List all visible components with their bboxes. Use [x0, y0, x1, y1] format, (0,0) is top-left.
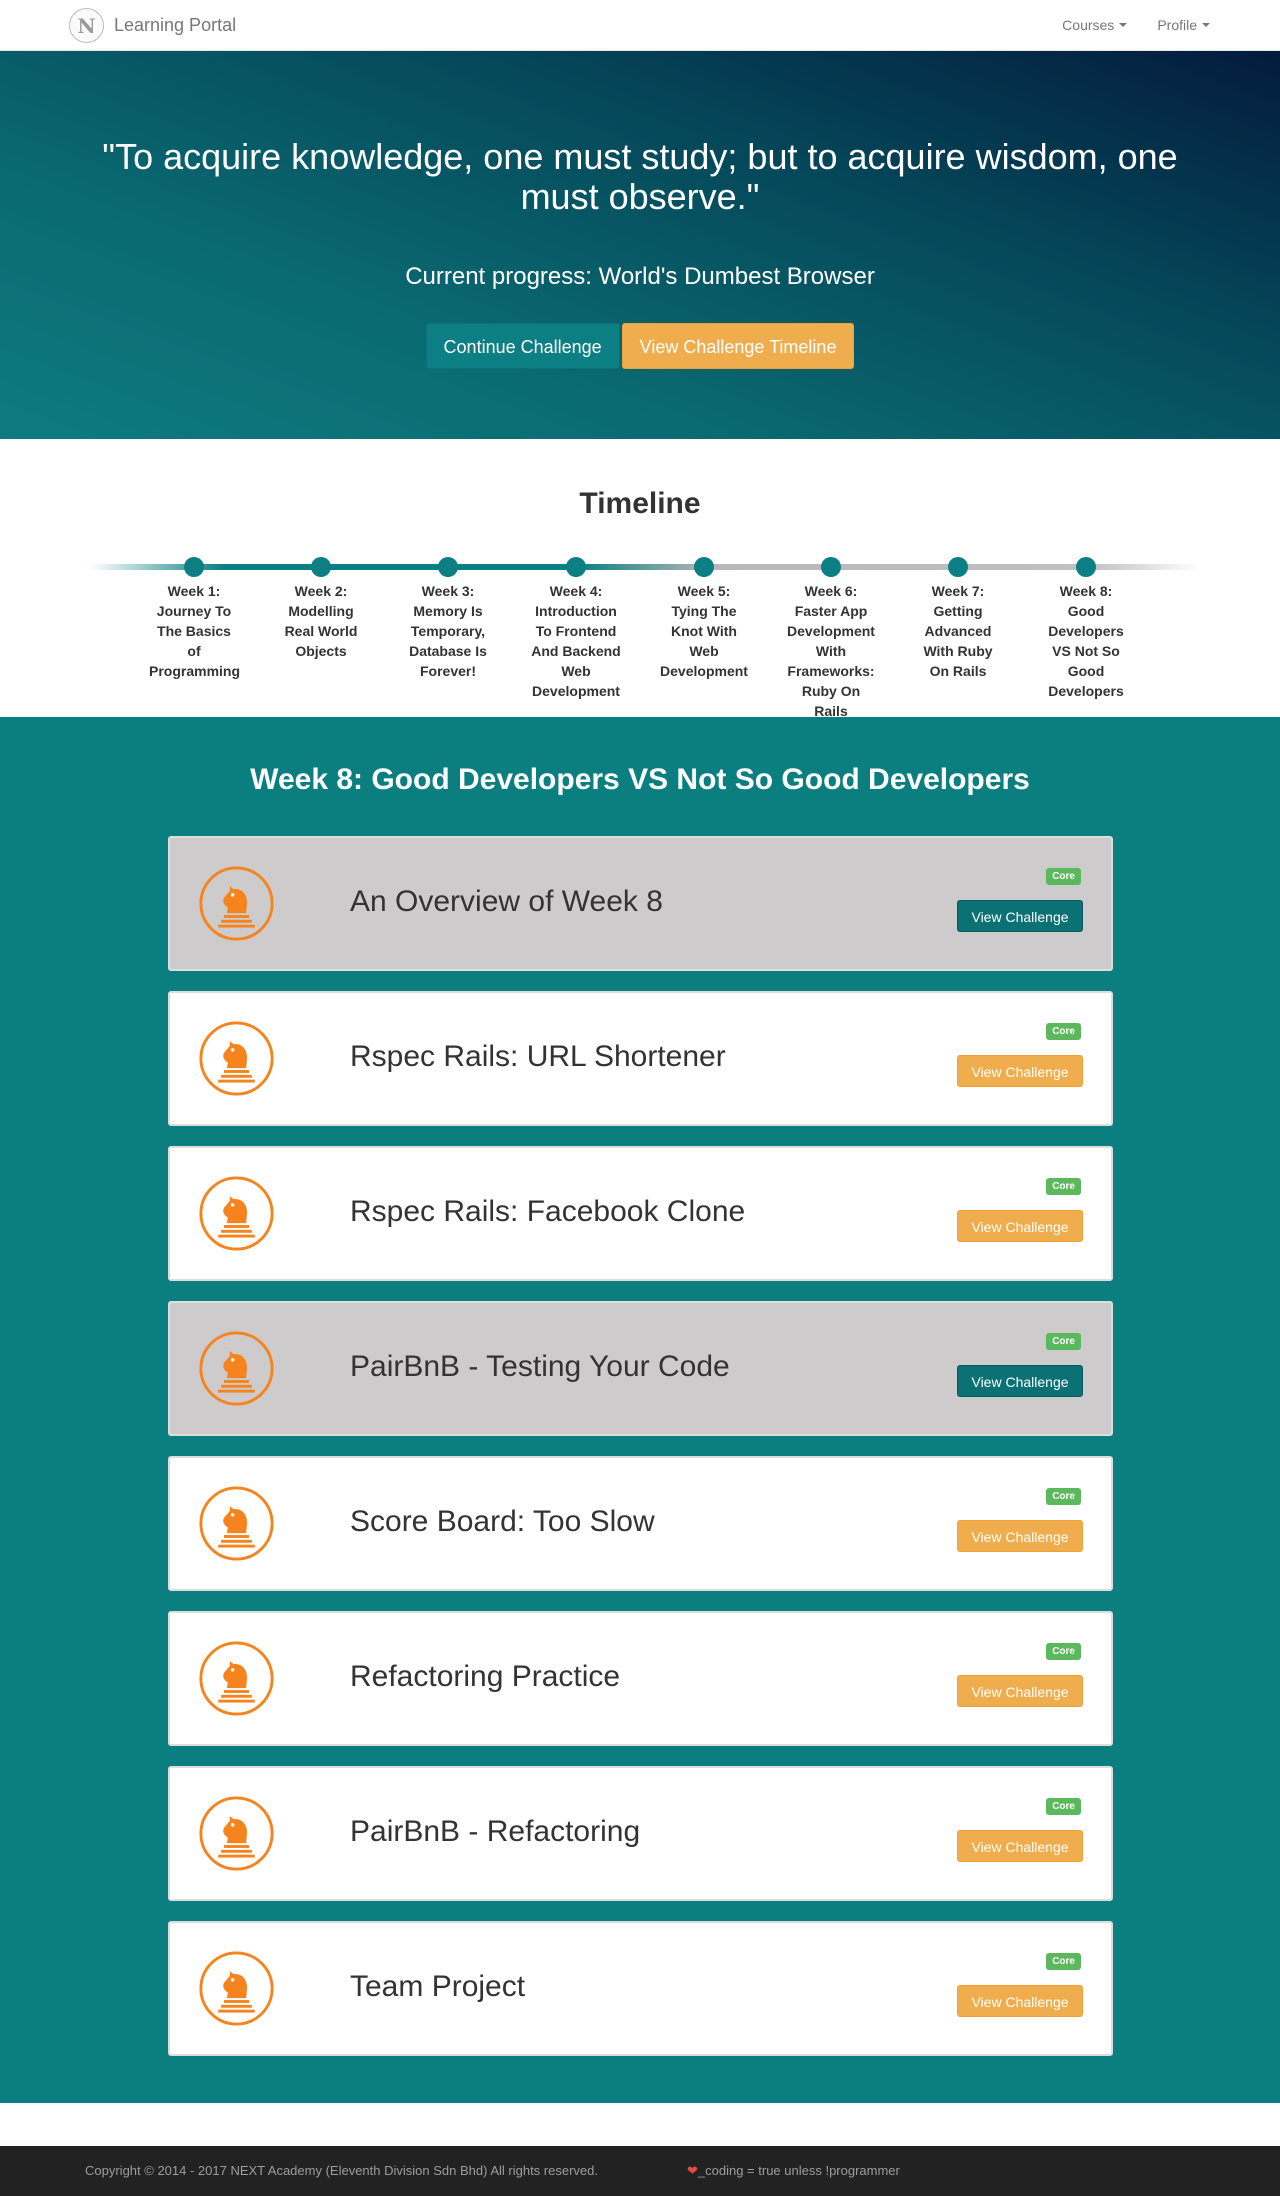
core-badge: Core [1046, 1798, 1081, 1815]
view-challenge-button[interactable]: View Challenge [957, 1985, 1083, 2017]
timeline-dot [1076, 557, 1096, 577]
timeline-step-week-3[interactable]: Week 3: Memory Is Temporary, Database Is… [393, 557, 503, 681]
core-badge: Core [1046, 1643, 1081, 1660]
brand-link[interactable]: N Learning Portal [69, 8, 236, 43]
core-badge: Core [1046, 1333, 1081, 1350]
chess-knight-icon [198, 1640, 275, 1717]
hero-actions: Continue Challenge View Challenge Timeli… [0, 323, 1280, 369]
challenge-title: Rspec Rails: Facebook Clone [350, 1195, 746, 1228]
challenge-card: PairBnB - Refactoring Core View Challenge [168, 1766, 1113, 1901]
heart-icon: ❤ [687, 2163, 698, 2178]
view-challenge-button[interactable]: View Challenge [957, 1055, 1083, 1087]
week-section: Week 8: Good Developers VS Not So Good D… [0, 717, 1280, 2103]
core-badge: Core [1046, 1178, 1081, 1195]
timeline-title: Timeline [579, 487, 701, 520]
timeline-step-label: Week 6: Faster App Development With Fram… [787, 583, 875, 719]
copyright-text: Copyright © 2014 - 2017 NEXT Academy (El… [85, 2163, 598, 2178]
timeline-dot [821, 557, 841, 577]
footer: Copyright © 2014 - 2017 NEXT Academy (El… [0, 2146, 1280, 2196]
challenge-card: Score Board: Too Slow Core View Challenge [168, 1456, 1113, 1591]
chess-knight-icon [198, 1330, 275, 1407]
footer-motto: ❤_coding = true unless !programmer [687, 2163, 900, 2179]
chess-knight-icon [198, 1485, 275, 1562]
challenge-title: PairBnB - Testing Your Code [350, 1350, 730, 1383]
challenge-card: Team Project Core View Challenge [168, 1921, 1113, 2056]
challenge-card: Rspec Rails: Facebook Clone Core View Chal… [168, 1146, 1113, 1281]
timeline-step-week-1[interactable]: Week 1: Journey To The Basics of Program… [139, 557, 249, 681]
week-title: Week 8: Good Developers VS Not So Good D… [250, 763, 1030, 796]
timeline-step-label: Week 2: Modelling Real World Objects [284, 583, 358, 659]
hero-banner: "To acquire knowledge, one must study; b… [0, 51, 1280, 439]
logo-icon: N [69, 8, 104, 43]
timeline-dot [311, 557, 331, 577]
core-badge: Core [1046, 1953, 1081, 1970]
chess-knight-icon [198, 1175, 275, 1252]
courses-label: Courses [1062, 17, 1115, 33]
brand-name: Learning Portal [114, 15, 237, 35]
motto-text: _coding = true unless !programmer [697, 2163, 900, 2178]
challenge-card: Rspec Rails: URL Shortener Core View Chall… [168, 991, 1113, 1126]
current-progress: Current progress: World's Dumbest Browse… [405, 263, 875, 290]
view-timeline-button[interactable]: View Challenge Timeline [621, 323, 855, 369]
chess-knight-icon [198, 1795, 275, 1872]
hero-quote: "To acquire knowledge, one must study; b… [102, 136, 1178, 217]
challenge-title: Team Project [350, 1970, 526, 2003]
profile-label: Profile [1157, 17, 1197, 33]
timeline-dot [948, 557, 968, 577]
core-badge: Core [1046, 1488, 1081, 1505]
challenge-card: An Overview of Week 8 Core View Challenge [168, 836, 1113, 971]
timeline-step-week-4[interactable]: Week 4: Introduction To Frontend And Bac… [521, 557, 631, 701]
view-challenge-button[interactable]: View Challenge [957, 1365, 1083, 1397]
challenge-title: Refactoring Practice [350, 1660, 621, 1693]
view-challenge-button[interactable]: View Challenge [957, 1210, 1083, 1242]
timeline-step-label: Week 3: Memory Is Temporary, Database Is… [409, 583, 487, 679]
timeline-step-week-8[interactable]: Week 8: Good Developers VS Not So Good D… [1031, 557, 1141, 701]
nav-menu: Courses Profile [1062, 0, 1210, 50]
view-challenge-button[interactable]: View Challenge [957, 1520, 1083, 1552]
core-badge: Core [1046, 1023, 1081, 1040]
timeline-step-label: Week 5: Tying The Knot With Web Developm… [660, 583, 748, 679]
view-challenge-button[interactable]: View Challenge [957, 1675, 1083, 1707]
challenge-title: PairBnB - Refactoring [350, 1815, 641, 1848]
core-badge: Core [1046, 868, 1081, 885]
challenge-title: Score Board: Too Slow [350, 1505, 655, 1538]
timeline-step-label: Week 8: Good Developers VS Not So Good D… [1048, 583, 1124, 699]
navbar: N Learning Portal Courses Profile [0, 0, 1280, 51]
timeline-step-week-7[interactable]: Week 7: Getting Advanced With Ruby On Ra… [903, 557, 1013, 681]
courses-dropdown[interactable]: Courses [1062, 17, 1128, 33]
timeline-step-week-5[interactable]: Week 5: Tying The Knot With Web Developm… [649, 557, 759, 681]
chess-knight-icon [198, 865, 275, 942]
timeline-step-label: Week 1: Journey To The Basics of Program… [149, 583, 241, 679]
timeline-step-week-2[interactable]: Week 2: Modelling Real World Objects [266, 557, 376, 661]
profile-dropdown[interactable]: Profile [1157, 17, 1210, 33]
challenge-title: Rspec Rails: URL Shortener [350, 1040, 726, 1073]
timeline-dot [438, 557, 458, 577]
chess-knight-icon [198, 1950, 275, 2027]
challenge-card: PairBnB - Testing Your Code Core View Chal… [168, 1301, 1113, 1436]
view-challenge-button[interactable]: View Challenge [957, 1830, 1083, 1862]
timeline-step-week-6[interactable]: Week 6: Faster App Development With Fram… [776, 557, 886, 721]
continue-challenge-button[interactable]: Continue Challenge [425, 323, 620, 369]
timeline-step-label: Week 7: Getting Advanced With Ruby On Ra… [923, 583, 993, 679]
caret-down-icon [1202, 23, 1210, 27]
chess-knight-icon [198, 1020, 275, 1097]
timeline-dot [566, 557, 586, 577]
timeline-dot [184, 557, 204, 577]
timeline-section: Timeline Week 1: Journey To The Basics o… [0, 439, 1280, 719]
view-challenge-button[interactable]: View Challenge [957, 900, 1083, 932]
caret-down-icon [1119, 23, 1128, 27]
timeline-step-label: Week 4: Introduction To Frontend And Bac… [531, 583, 621, 699]
timeline-dot [694, 557, 714, 577]
challenge-card: Refactoring Practice Core View Challenge [168, 1611, 1113, 1746]
challenge-title: An Overview of Week 8 [350, 885, 663, 918]
